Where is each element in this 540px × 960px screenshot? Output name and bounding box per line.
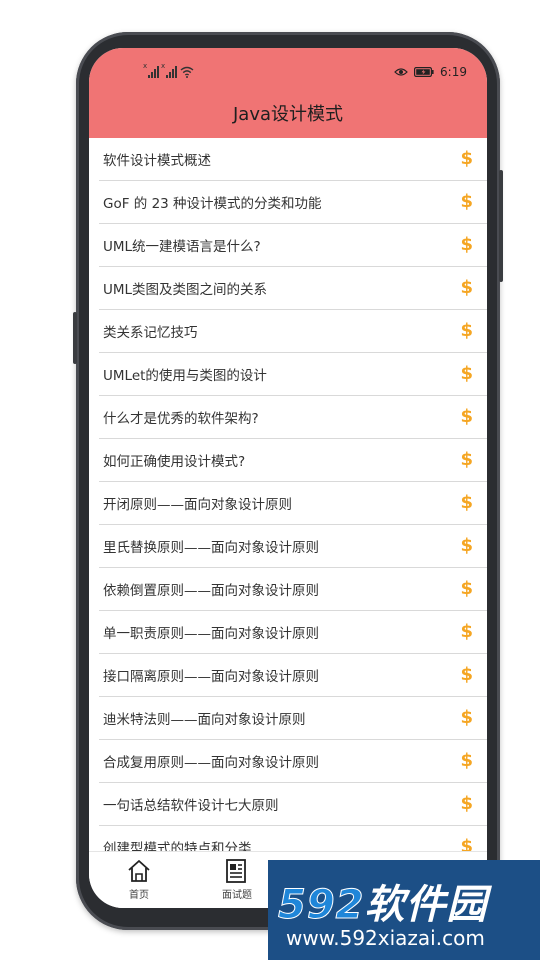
dollar-icon: $: [460, 578, 473, 599]
dollar-icon: $: [460, 492, 473, 513]
status-left: x x: [143, 62, 194, 78]
topic-title: UML类图及类图之间的关系: [103, 282, 268, 298]
topic-row[interactable]: UML类图及类图之间的关系 $: [99, 267, 487, 310]
topic-row[interactable]: 单一职责原则——面向对象设计原则 $: [99, 611, 487, 654]
dollar-icon: $: [460, 449, 473, 470]
app-bar: x x 6:19 Java设计模式: [89, 48, 487, 138]
topic-title: 如何正确使用设计模式?: [103, 454, 246, 470]
page-title: Java设计模式: [232, 104, 344, 125]
dollar-icon: $: [460, 707, 473, 728]
topic-row[interactable]: 如何正确使用设计模式? $: [99, 439, 487, 482]
topic-title: 什么才是优秀的软件架构?: [103, 411, 259, 427]
phone-screen: x x 6:19 Java设计模式 软件设计模式概述 $ GoF 的 23 种设…: [89, 48, 487, 908]
topic-list[interactable]: 软件设计模式概述 $ GoF 的 23 种设计模式的分类和功能 $ UML统一建模语言是…: [99, 138, 487, 869]
dollar-icon: $: [460, 320, 473, 341]
topic-row[interactable]: 迪米特法则——面向对象设计原则 $: [99, 697, 487, 740]
topic-title: 单一职责原则——面向对象设计原则: [103, 626, 319, 642]
topic-row[interactable]: 软件设计模式概述 $: [99, 138, 487, 181]
topic-row[interactable]: 类关系记忆技巧 $: [99, 310, 487, 353]
topic-row[interactable]: GoF 的 23 种设计模式的分类和功能 $: [99, 181, 487, 224]
wifi-icon: [180, 66, 194, 78]
topic-title: 合成复用原则——面向对象设计原则: [103, 755, 319, 771]
status-right: 6:19: [394, 65, 467, 79]
topic-title: 里氏替换原则——面向对象设计原则: [103, 540, 319, 556]
topic-row[interactable]: 里氏替换原则——面向对象设计原则 $: [99, 525, 487, 568]
dollar-icon: $: [460, 535, 473, 556]
topic-row[interactable]: 什么才是优秀的软件架构? $: [99, 396, 487, 439]
signal-icon: x: [143, 62, 159, 78]
watermark-url: www.592xiazai.com: [286, 926, 485, 950]
dollar-icon: $: [460, 234, 473, 255]
topic-title: 开闭原则——面向对象设计原则: [103, 497, 292, 513]
topic-title: 接口隔离原则——面向对象设计原则: [103, 669, 319, 685]
dollar-icon: $: [460, 406, 473, 427]
watermark-brand-text: 软件园: [364, 882, 488, 928]
tab-interview[interactable]: 面试题: [197, 858, 277, 901]
dollar-icon: $: [460, 750, 473, 771]
tab-home-label: 首页: [129, 890, 149, 901]
dollar-icon: $: [460, 363, 473, 384]
status-time: 6:19: [440, 65, 467, 79]
dollar-icon: $: [460, 191, 473, 212]
topic-title: UMLet的使用与类图的设计: [103, 368, 267, 384]
topic-row[interactable]: 依赖倒置原则——面向对象设计原则 $: [99, 568, 487, 611]
topic-row[interactable]: 开闭原则——面向对象设计原则 $: [99, 482, 487, 525]
topic-title: UML统一建模语言是什么?: [103, 239, 261, 255]
document-icon: [226, 859, 246, 883]
topic-row[interactable]: 合成复用原则——面向对象设计原则 $: [99, 740, 487, 783]
tab-home[interactable]: 首页: [99, 858, 179, 901]
tab-interview-label: 面试题: [222, 890, 252, 901]
topic-row[interactable]: 一句话总结软件设计七大原则 $: [99, 783, 487, 826]
topic-title: 依赖倒置原则——面向对象设计原则: [103, 583, 319, 599]
eye-icon: [394, 68, 408, 76]
topic-row[interactable]: UMLet的使用与类图的设计 $: [99, 353, 487, 396]
watermark-brand: 592软件园: [278, 872, 488, 930]
dollar-icon: $: [460, 277, 473, 298]
topic-title: 一句话总结软件设计七大原则: [103, 798, 279, 814]
topic-title: 类关系记忆技巧: [103, 325, 198, 341]
topic-title: 软件设计模式概述: [103, 153, 211, 169]
dollar-icon: $: [460, 621, 473, 642]
dollar-icon: $: [460, 664, 473, 685]
home-icon: [128, 860, 150, 882]
topic-title: GoF 的 23 种设计模式的分类和功能: [103, 196, 322, 212]
signal-icon: x: [161, 62, 177, 78]
topic-row[interactable]: 接口隔离原则——面向对象设计原则 $: [99, 654, 487, 697]
power-button: [499, 170, 503, 282]
dollar-icon: $: [460, 148, 473, 169]
topic-title: 迪米特法则——面向对象设计原则: [103, 712, 306, 728]
volume-button: [73, 312, 77, 364]
site-watermark: 592软件园 www.592xiazai.com: [268, 860, 540, 960]
battery-icon: [414, 67, 434, 77]
watermark-brand-number: 592: [278, 882, 365, 929]
dollar-icon: $: [460, 793, 473, 814]
topic-row[interactable]: UML统一建模语言是什么? $: [99, 224, 487, 267]
